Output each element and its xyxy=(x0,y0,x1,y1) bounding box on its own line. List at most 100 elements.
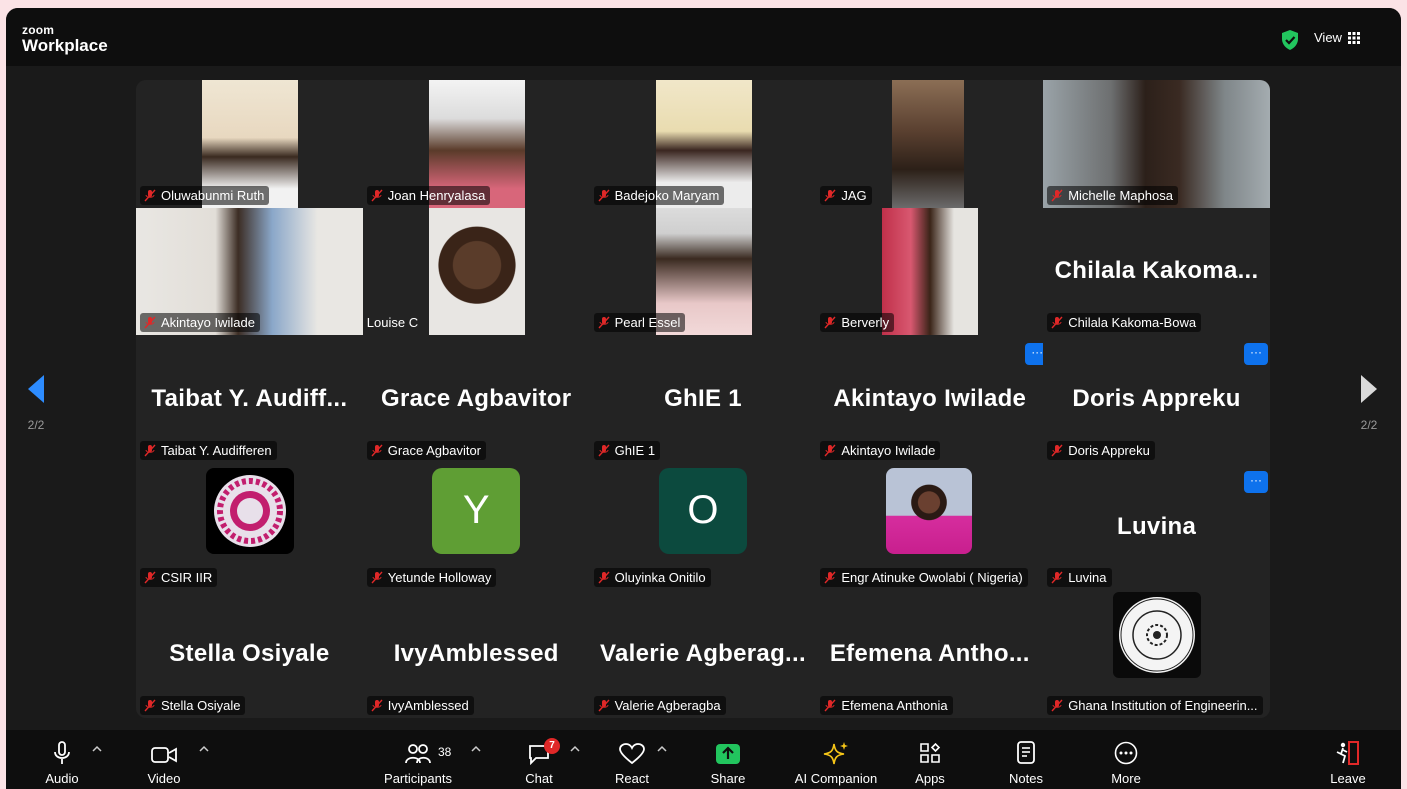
chat-options-chevron-icon[interactable] xyxy=(570,744,580,754)
muted-mic-icon xyxy=(144,571,156,584)
muted-mic-icon xyxy=(1051,316,1063,329)
muted-mic-icon xyxy=(144,189,156,202)
participant-name-label: Berverly xyxy=(820,313,895,333)
participant-tile[interactable]: Grace Agbavitor Grace Agbavitor xyxy=(362,335,590,463)
arrow-right-icon xyxy=(1361,375,1377,403)
participant-name-label: Chilala Kakoma-Bowa xyxy=(1047,313,1202,333)
participant-tile[interactable]: Valerie Agberag... Valerie Agberagba xyxy=(589,590,817,718)
participant-tile[interactable]: ··· Chilala Kakoma... Chilala Kakoma-Bow… xyxy=(1043,207,1270,336)
security-shield-icon[interactable] xyxy=(1280,29,1300,51)
participants-icon xyxy=(405,744,431,764)
more-options-button[interactable]: ··· xyxy=(1025,343,1044,366)
share-button[interactable]: Share xyxy=(706,730,750,789)
participant-count: 38 xyxy=(438,745,452,759)
avatar: Y xyxy=(432,467,521,554)
react-button[interactable]: React xyxy=(610,730,654,789)
participant-tile[interactable]: Engr Atinuke Owolabi ( Nigeria) xyxy=(816,462,1044,591)
ghana-institution-logo-icon xyxy=(1113,592,1202,679)
participant-name-label: Pearl Essel xyxy=(593,313,686,333)
muted-mic-icon xyxy=(1051,699,1063,712)
muted-mic-icon xyxy=(144,316,156,329)
top-bar: zoom Workplace View xyxy=(6,8,1401,66)
muted-mic-icon xyxy=(371,571,383,584)
participant-tile[interactable]: Ghana Institution of Engineerin... xyxy=(1043,590,1270,718)
leave-button[interactable]: Leave xyxy=(1326,730,1370,789)
participant-tile[interactable]: Berverly xyxy=(816,207,1044,336)
participant-tile[interactable]: Akintayo Iwilade xyxy=(136,207,363,336)
avatar xyxy=(886,467,973,554)
leave-door-icon xyxy=(1336,741,1359,765)
participant-name-label: Akintayo Iwilade xyxy=(140,313,260,333)
participant-tile[interactable]: ··· Akintayo Iwilade Akintayo Iwilade xyxy=(816,335,1044,463)
participant-video xyxy=(882,207,979,336)
muted-mic-icon xyxy=(824,444,836,457)
react-options-chevron-icon[interactable] xyxy=(657,744,667,754)
ai-companion-button[interactable]: AI Companion xyxy=(786,730,886,789)
participant-tile[interactable]: Efemena Antho... Efemena Anthonia xyxy=(816,590,1044,718)
participant-display-name: Akintayo Iwilade xyxy=(833,384,1027,412)
app-logo: zoom Workplace xyxy=(22,24,108,54)
participant-tile[interactable]: Louise C xyxy=(362,207,590,336)
participant-video xyxy=(428,207,525,336)
participant-tile[interactable]: Oluwabunmi Ruth xyxy=(136,80,363,208)
participant-tile[interactable]: Taibat Y. Audiff... Taibat Y. Audifferen xyxy=(136,335,363,463)
apps-button[interactable]: Apps xyxy=(908,730,952,789)
participant-display-name: Doris Appreku xyxy=(1072,384,1241,412)
next-page-button[interactable]: 2/2 xyxy=(1339,348,1399,458)
participant-display-name: Taibat Y. Audiff... xyxy=(151,384,348,412)
logo-bottom: Workplace xyxy=(22,36,108,55)
muted-mic-icon xyxy=(598,571,610,584)
logo-top: zoom xyxy=(22,23,55,37)
gallery-view: Oluwabunmi Ruth Joan Henryalasa Badejoko… xyxy=(136,80,1270,718)
more-button[interactable]: More xyxy=(1104,730,1148,789)
arrow-left-icon xyxy=(28,375,44,403)
participants-options-chevron-icon[interactable] xyxy=(471,744,481,754)
avatar: O xyxy=(658,467,747,554)
share-screen-icon xyxy=(716,744,740,764)
participant-display-name: IvyAmblessed xyxy=(393,640,559,668)
participant-name-label: Michelle Maphosa xyxy=(1047,185,1178,205)
participant-name-label: Luvina xyxy=(1047,568,1112,588)
participant-tile[interactable]: IvyAmblessed IvyAmblessed xyxy=(362,590,590,718)
participant-name-label: Oluwabunmi Ruth xyxy=(140,185,270,205)
muted-mic-icon xyxy=(371,699,383,712)
heart-icon xyxy=(619,743,645,765)
participants-button[interactable]: Participants xyxy=(376,730,460,789)
participant-display-name: Efemena Antho... xyxy=(829,640,1030,668)
participant-tile[interactable]: Pearl Essel xyxy=(589,207,817,336)
video-camera-icon xyxy=(151,747,177,763)
muted-mic-icon xyxy=(598,189,610,202)
notes-button[interactable]: Notes xyxy=(1004,730,1048,789)
audio-button[interactable]: Audio xyxy=(38,730,86,789)
muted-mic-icon xyxy=(598,699,610,712)
participant-tile[interactable]: O Oluyinka Onitilo xyxy=(589,462,817,591)
participant-tile[interactable]: ··· Doris Appreku Doris Appreku xyxy=(1043,335,1270,463)
participant-tile[interactable]: ··· Luvina Luvina xyxy=(1043,462,1270,591)
participant-name-label: Valerie Agberagba xyxy=(593,695,726,715)
participant-display-name: Grace Agbavitor xyxy=(381,384,572,412)
view-button[interactable]: View xyxy=(1314,30,1360,45)
zoom-window: zoom Workplace View 2/2 2/2 Oluwabunmi R… xyxy=(6,8,1401,789)
muted-mic-icon xyxy=(598,316,610,329)
participant-tile[interactable]: Y Yetunde Holloway xyxy=(362,462,590,591)
participant-name-label: Taibat Y. Audifferen xyxy=(140,440,277,460)
muted-mic-icon xyxy=(1051,444,1063,457)
previous-page-button[interactable]: 2/2 xyxy=(6,348,66,458)
audio-options-chevron-icon[interactable] xyxy=(92,744,102,754)
participant-tile[interactable]: Joan Henryalasa xyxy=(362,80,590,208)
participant-display-name: Luvina xyxy=(1117,512,1197,540)
more-options-button[interactable]: ··· xyxy=(1243,343,1268,366)
participant-name-label: Doris Appreku xyxy=(1047,440,1155,460)
participant-tile[interactable]: JAG xyxy=(816,80,1044,208)
more-options-button[interactable]: ··· xyxy=(1243,470,1268,493)
participant-tile[interactable]: Michelle Maphosa xyxy=(1043,80,1270,208)
muted-mic-icon xyxy=(824,699,836,712)
video-button[interactable]: Video xyxy=(140,730,188,789)
muted-mic-icon xyxy=(598,444,610,457)
video-options-chevron-icon[interactable] xyxy=(199,744,209,754)
csir-logo-icon xyxy=(206,467,294,554)
participant-tile[interactable]: CSIR IIR xyxy=(136,462,363,591)
participant-tile[interactable]: Stella Osiyale Stella Osiyale xyxy=(136,590,363,718)
participant-tile[interactable]: Badejoko Maryam xyxy=(589,80,817,208)
participant-tile[interactable]: GhIE 1 GhIE 1 xyxy=(589,335,817,463)
